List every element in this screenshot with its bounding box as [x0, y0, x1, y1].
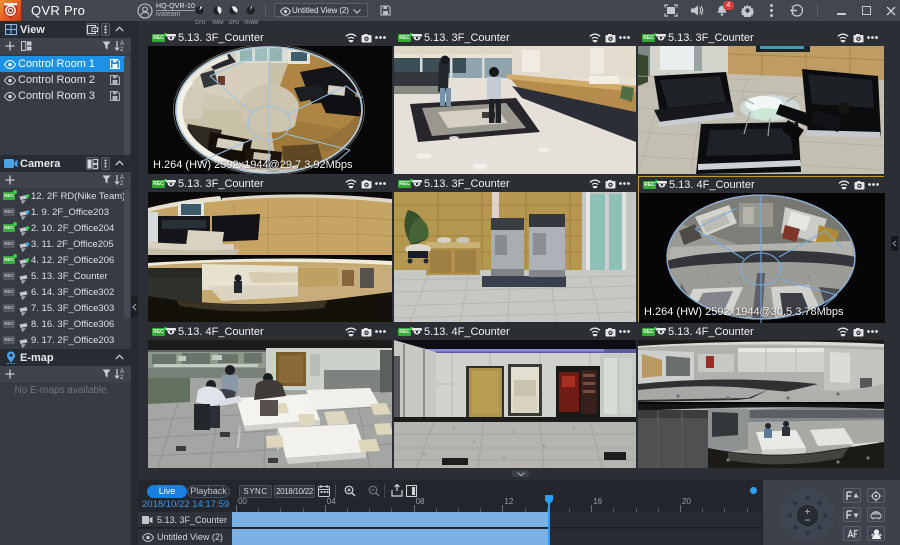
svg-text:2: 2	[120, 47, 124, 52]
svg-text:2: 2	[120, 181, 124, 186]
svg-text:2: 2	[120, 375, 124, 380]
